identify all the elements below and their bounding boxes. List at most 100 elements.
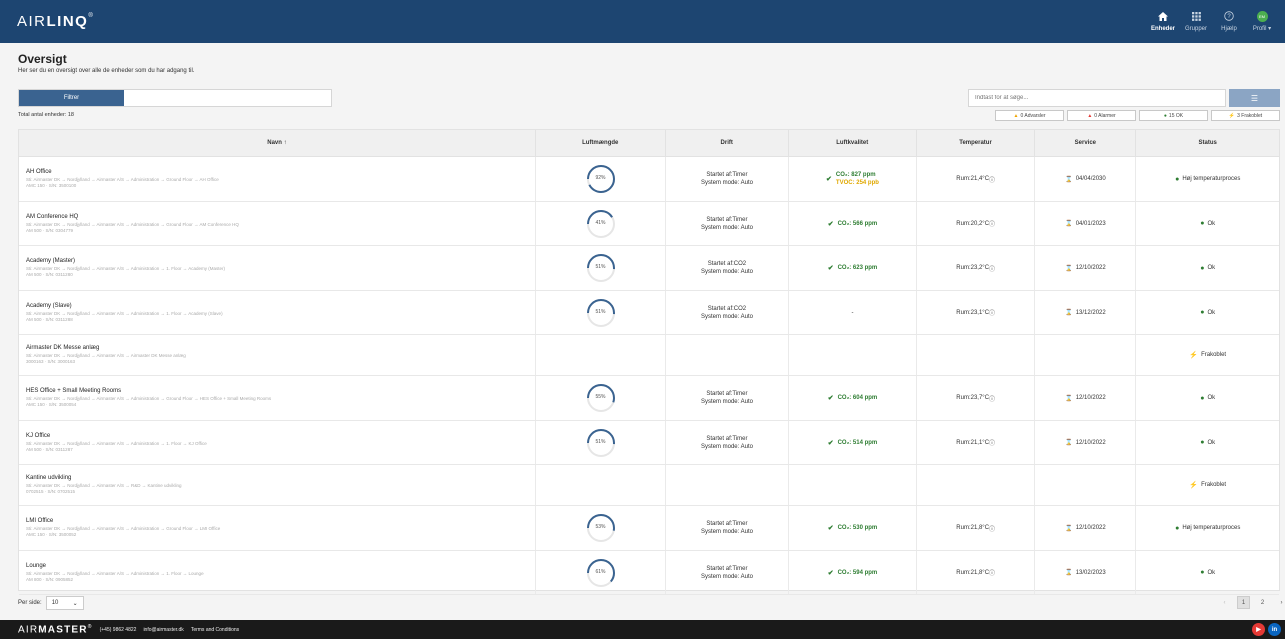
device-name-cell[interactable]: AH Office Sti: Airmaster DK → Nordjylland…	[19, 157, 537, 201]
page-2-button[interactable]: 2	[1256, 596, 1269, 609]
operation-info: Startet af:CO2 System mode: Auto	[701, 260, 753, 276]
prev-page-button[interactable]: ‹	[1218, 596, 1231, 609]
status-filter-frakoblet[interactable]: ⚡ 3 Frakoblet	[1211, 110, 1280, 121]
device-name[interactable]: LMI Office	[26, 518, 53, 524]
col-temperatur[interactable]: Temperatur	[917, 130, 1036, 156]
search-input[interactable]	[968, 89, 1226, 107]
device-name-cell[interactable]: LMI Office Sti: Airmaster DK → Nordjyllan…	[19, 506, 537, 550]
nav-enheder[interactable]: Enheder	[1148, 0, 1178, 43]
table-row[interactable]: Kantine udvikling Sti: Airmaster DK → Nor…	[19, 465, 1279, 506]
youtube-icon[interactable]: ▶	[1252, 623, 1265, 636]
airlinq-logo[interactable]: AIRLINQ®	[17, 13, 94, 30]
device-name-cell[interactable]: AM Conference HQ Sti: Airmaster DK → Nord…	[19, 202, 537, 245]
info-icon[interactable]: ⓘ	[989, 394, 995, 403]
table-row[interactable]: Lounge Sti: Airmaster DK → Nordjylland → …	[19, 551, 1279, 595]
air-quality-cell	[789, 465, 917, 505]
device-serial: 3000163 · S/N: 3000163	[26, 359, 76, 364]
device-name[interactable]: Airmaster DK Messe anlæg	[26, 345, 99, 351]
footer-terms[interactable]: Terms and Conditions	[191, 627, 239, 633]
device-name[interactable]: AH Office	[26, 169, 52, 175]
table-header: Navn ↑ Luftmængde Drift Luftkvalitet Tem…	[19, 130, 1279, 157]
device-name[interactable]: Academy (Slave)	[26, 303, 72, 309]
device-name-cell[interactable]: Academy (Slave) Sti: Airmaster DK → Nordj…	[19, 291, 537, 334]
device-name[interactable]: Lounge	[26, 563, 46, 569]
status-text: Ok	[1207, 265, 1216, 271]
col-service[interactable]: Service	[1035, 130, 1137, 156]
air-quality-cell: ✔ CO₂: 566 ppm	[789, 202, 917, 245]
footer-phone[interactable]: (+45) 9862 4822	[100, 627, 137, 633]
air-quality-cell: ✔ CO₂: 514 ppm	[789, 421, 917, 464]
air-quality-values: CO₂: 530 ppm	[838, 524, 878, 532]
info-icon[interactable]: ⓘ	[989, 219, 995, 228]
operation-system-mode: System mode: Auto	[700, 224, 753, 231]
airflow-value: 61%	[595, 568, 606, 575]
device-name[interactable]: KJ Office	[26, 433, 50, 439]
status-text: Ok	[1207, 395, 1216, 401]
profile-icon: EM	[1256, 11, 1268, 22]
device-name-cell[interactable]: HES Office + Small Meeting Rooms Sti: Air…	[19, 376, 537, 420]
device-name[interactable]: Kantine udvikling	[26, 475, 71, 481]
info-icon[interactable]: ⓘ	[989, 568, 995, 577]
search-list-button[interactable]: ☰	[1229, 89, 1280, 107]
service-cell: ⌛ 12/10/2022	[1035, 246, 1137, 290]
co2-value: CO₂: 827 ppm	[835, 172, 876, 178]
table-row[interactable]: HES Office + Small Meeting Rooms Sti: Air…	[19, 376, 1279, 421]
table-row[interactable]: LMI Office Sti: Airmaster DK → Nordjyllan…	[19, 506, 1279, 551]
airmaster-logo[interactable]: AIRMASTER®	[18, 624, 93, 635]
info-icon[interactable]: ⓘ	[989, 524, 995, 533]
col-luftmaengde[interactable]: Luftmængde	[536, 130, 666, 156]
device-name-cell[interactable]: Lounge Sti: Airmaster DK → Nordjylland → …	[19, 551, 537, 594]
device-name-cell[interactable]: Academy (Master) Sti: Airmaster DK → Nord…	[19, 246, 537, 290]
device-name[interactable]: AM Conference HQ	[26, 214, 78, 220]
bolt-icon: ⚡	[1228, 112, 1236, 119]
devices-table: Navn ↑ Luftmængde Drift Luftkvalitet Tem…	[18, 129, 1280, 595]
status-filter-ok[interactable]: ● 15 OK	[1139, 110, 1208, 121]
nav-label: Hjælp	[1221, 26, 1237, 32]
status-cell: ⚡ Frakoblet	[1136, 465, 1279, 505]
next-page-button[interactable]: ›	[1275, 596, 1285, 609]
service-date: 12/10/2022	[1075, 439, 1106, 446]
nav-hjælp[interactable]: ? Hjælp	[1214, 0, 1244, 43]
airflow-cell: 53%	[536, 506, 666, 550]
device-name[interactable]: Academy (Master)	[26, 258, 75, 264]
nav-grupper[interactable]: Grupper	[1181, 0, 1211, 43]
info-icon[interactable]: ⓘ	[989, 175, 995, 184]
airflow-gauge-wrap: 61%	[586, 558, 616, 588]
airflow-gauge-wrap: 41%	[586, 209, 616, 239]
filter-button[interactable]: Filtrer	[19, 90, 124, 106]
device-name[interactable]: HES Office + Small Meeting Rooms	[26, 388, 121, 394]
air-quality-cell: ✔ CO₂: 594 ppm	[789, 551, 917, 594]
col-name[interactable]: Navn ↑	[19, 130, 536, 156]
device-name-cell[interactable]: Airmaster DK Messe anlæg Sti: Airmaster D…	[19, 335, 537, 375]
linkedin-icon[interactable]: in	[1268, 623, 1281, 636]
operation-cell	[666, 465, 790, 505]
footer-email[interactable]: info@airmaster.dk	[143, 627, 183, 633]
device-name-cell[interactable]: Kantine udvikling Sti: Airmaster DK → Nor…	[19, 465, 537, 505]
airflow-value: 92%	[595, 175, 606, 181]
status-info: ⚡ Frakoblet	[1189, 481, 1226, 489]
per-page-select[interactable]: 10 ⌄	[45, 596, 84, 610]
col-luftkvalitet[interactable]: Luftkvalitet	[789, 130, 917, 156]
table-row[interactable]: Airmaster DK Messe anlæg Sti: Airmaster D…	[19, 335, 1279, 376]
temperature-value: Rum:23,2°C	[956, 265, 990, 271]
co2-value: CO₂: 566 ppm	[837, 220, 878, 227]
col-drift[interactable]: Drift	[666, 130, 789, 156]
table-row[interactable]: AH Office Sti: Airmaster DK → Nordjylland…	[19, 157, 1279, 202]
table-row[interactable]: Academy (Slave) Sti: Airmaster DK → Nordj…	[19, 291, 1279, 335]
table-row[interactable]: AM Conference HQ Sti: Airmaster DK → Nord…	[19, 202, 1279, 246]
air-quality-values: CO₂: 594 ppm	[838, 569, 878, 577]
info-icon[interactable]: ⓘ	[989, 264, 995, 273]
service-info: ⌛ 13/12/2022	[1065, 309, 1106, 317]
info-icon[interactable]: ⓘ	[989, 308, 995, 317]
status-filter-advarsler[interactable]: ▲ 0 Advarsler	[995, 110, 1064, 121]
social-links: ▶ in	[1252, 623, 1281, 636]
nav-label: Profil ▾	[1252, 26, 1272, 32]
info-icon[interactable]: ⓘ	[989, 438, 995, 447]
nav-profil[interactable]: EM Profil ▾	[1247, 0, 1277, 43]
col-status[interactable]: Status	[1136, 130, 1279, 156]
page-1-button[interactable]: 1	[1237, 596, 1250, 609]
table-row[interactable]: KJ Office Sti: Airmaster DK → Nordjylland…	[19, 421, 1279, 465]
table-row[interactable]: Academy (Master) Sti: Airmaster DK → Nord…	[19, 246, 1279, 291]
device-name-cell[interactable]: KJ Office Sti: Airmaster DK → Nordjylland…	[19, 421, 537, 464]
status-filter-alarmer[interactable]: ▲ 0 Alarmer	[1067, 110, 1136, 121]
